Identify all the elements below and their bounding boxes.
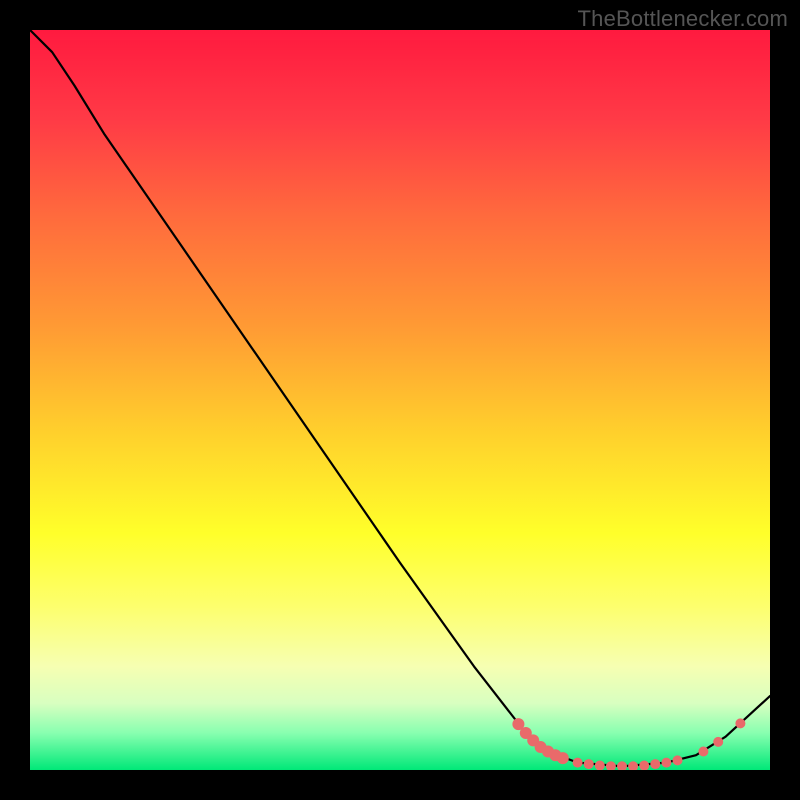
marker-point bbox=[584, 759, 594, 769]
chart-svg bbox=[30, 30, 770, 770]
attribution-text: TheBottlenecker.com bbox=[578, 6, 788, 32]
plot-area bbox=[30, 30, 770, 770]
marker-point bbox=[650, 759, 660, 769]
marker-point bbox=[573, 758, 583, 768]
marker-point bbox=[713, 737, 723, 747]
marker-point bbox=[735, 718, 745, 728]
marker-point bbox=[698, 747, 708, 757]
marker-point bbox=[557, 752, 569, 764]
chart-container: TheBottlenecker.com bbox=[0, 0, 800, 800]
marker-point bbox=[661, 758, 671, 768]
gradient-background bbox=[30, 30, 770, 770]
marker-point bbox=[673, 755, 683, 765]
